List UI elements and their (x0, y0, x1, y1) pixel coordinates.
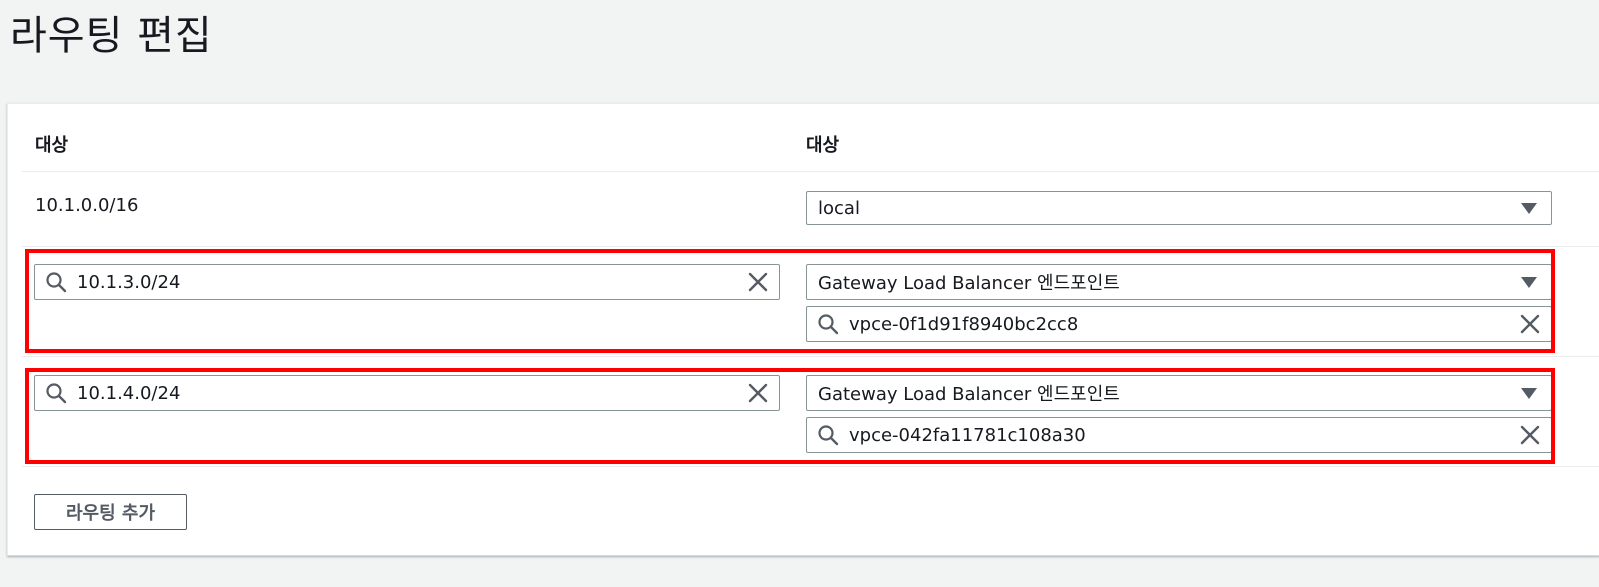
target-type-select[interactable]: local (806, 191, 1552, 225)
target-column-header: 대상 (806, 135, 840, 156)
destination-column-header: 대상 (35, 135, 69, 156)
highlight-box (25, 368, 1555, 464)
row-divider (22, 466, 1599, 467)
header-divider (22, 171, 1599, 172)
target-type-value: local (818, 197, 860, 219)
caret-down-icon (1521, 202, 1537, 214)
routes-panel: 대상 대상 10.1.0.0/16 local Gateway Load Bal… (7, 103, 1599, 556)
page-title: 라우팅 편집 (10, 13, 213, 59)
row-divider (22, 246, 1599, 247)
route-destination-static: 10.1.0.0/16 (35, 195, 139, 216)
highlight-box (25, 249, 1555, 353)
add-route-button[interactable]: 라우팅 추가 (34, 494, 187, 530)
row-divider (22, 356, 1599, 357)
